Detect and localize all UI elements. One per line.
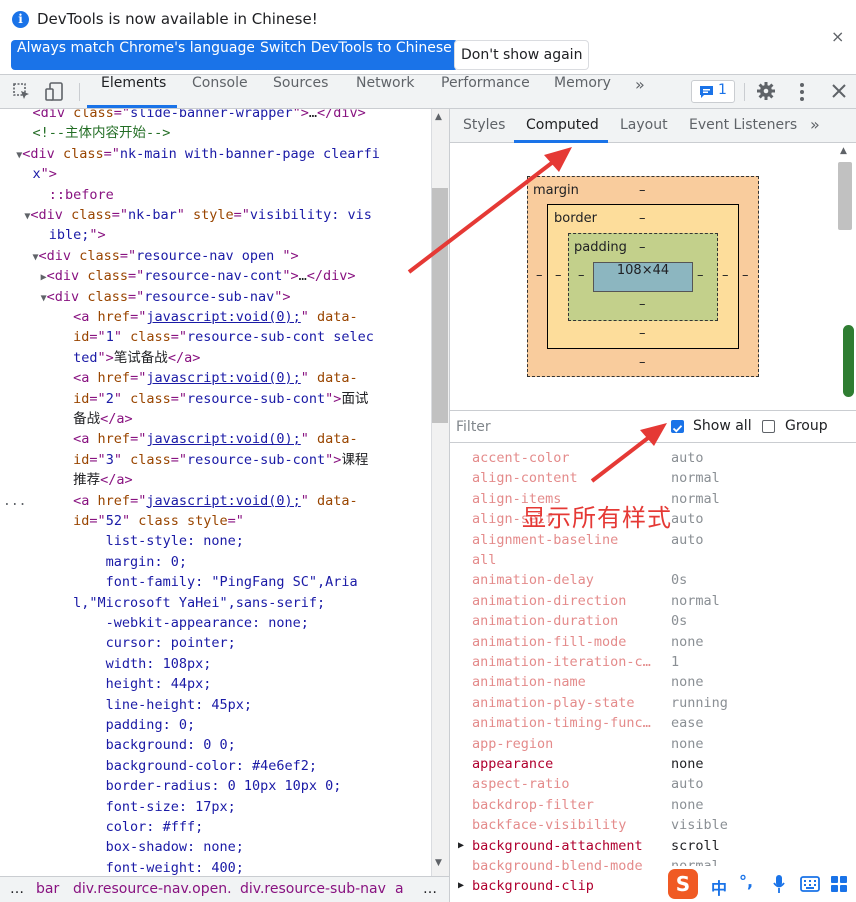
ime-language-toggle[interactable]: 中: [711, 875, 727, 899]
sogou-logo-icon[interactable]: S: [668, 869, 698, 899]
annotation-arrows: [407, 147, 667, 483]
ime-toolbar: S 中 °,: [662, 866, 856, 902]
arrow-to-computed-tab: [407, 160, 555, 274]
annotation-label: 显示所有样式: [522, 504, 672, 532]
ime-punctuation-toggle[interactable]: °,: [739, 872, 753, 891]
arrow-to-show-all: [590, 436, 650, 483]
microphone-icon[interactable]: [772, 874, 786, 894]
ime-menu-grid-icon[interactable]: [830, 875, 848, 893]
arrowhead-icon: [544, 147, 572, 172]
keyboard-icon[interactable]: [800, 876, 820, 892]
